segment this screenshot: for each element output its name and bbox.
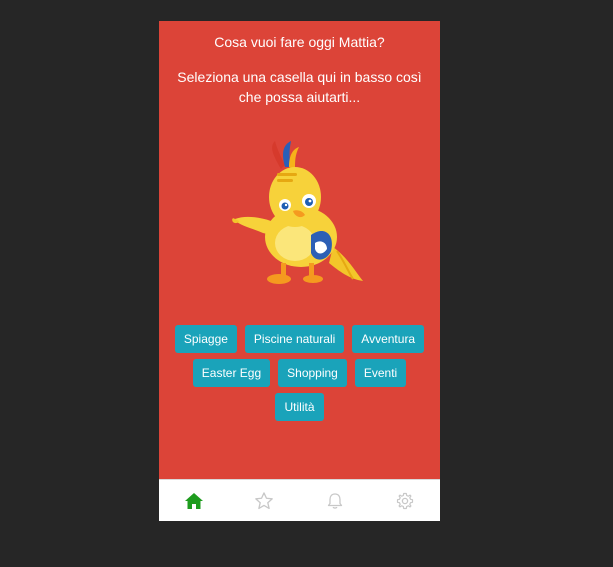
chip-shopping[interactable]: Shopping	[278, 359, 347, 387]
chip-piscine-naturali[interactable]: Piscine naturali	[244, 325, 345, 353]
chip-spiagge[interactable]: Spiagge	[174, 325, 237, 353]
tab-home[interactable]	[159, 480, 229, 521]
tab-notifications[interactable]	[300, 480, 370, 521]
home-icon	[185, 492, 204, 509]
tab-favorites[interactable]	[229, 480, 299, 521]
chip-row-3: Utilità	[159, 393, 440, 421]
bottom-tab-bar	[159, 479, 440, 521]
tab-settings[interactable]	[370, 480, 440, 521]
instruction-text: Seleziona una casella qui in basso così …	[177, 69, 422, 105]
chip-row-2: Easter Egg Shopping Eventi	[159, 359, 440, 387]
chip-easter-egg[interactable]: Easter Egg	[192, 359, 271, 387]
category-chips: Spiagge Piscine naturali Avventura Easte…	[159, 325, 440, 427]
chip-avventura[interactable]: Avventura	[352, 325, 425, 353]
chip-row-1: Spiagge Piscine naturali Avventura	[159, 325, 440, 353]
greeting-text: Cosa vuoi fare oggi Mattia?	[214, 34, 385, 50]
bird-mascot-illustration	[232, 141, 363, 284]
app-screen: Cosa vuoi fare oggi Mattia? Seleziona un…	[159, 21, 440, 521]
star-icon	[255, 491, 274, 509]
bell-icon	[327, 492, 342, 509]
gear-icon	[396, 492, 413, 509]
chip-utilita[interactable]: Utilità	[275, 393, 324, 421]
chip-eventi[interactable]: Eventi	[354, 359, 407, 387]
